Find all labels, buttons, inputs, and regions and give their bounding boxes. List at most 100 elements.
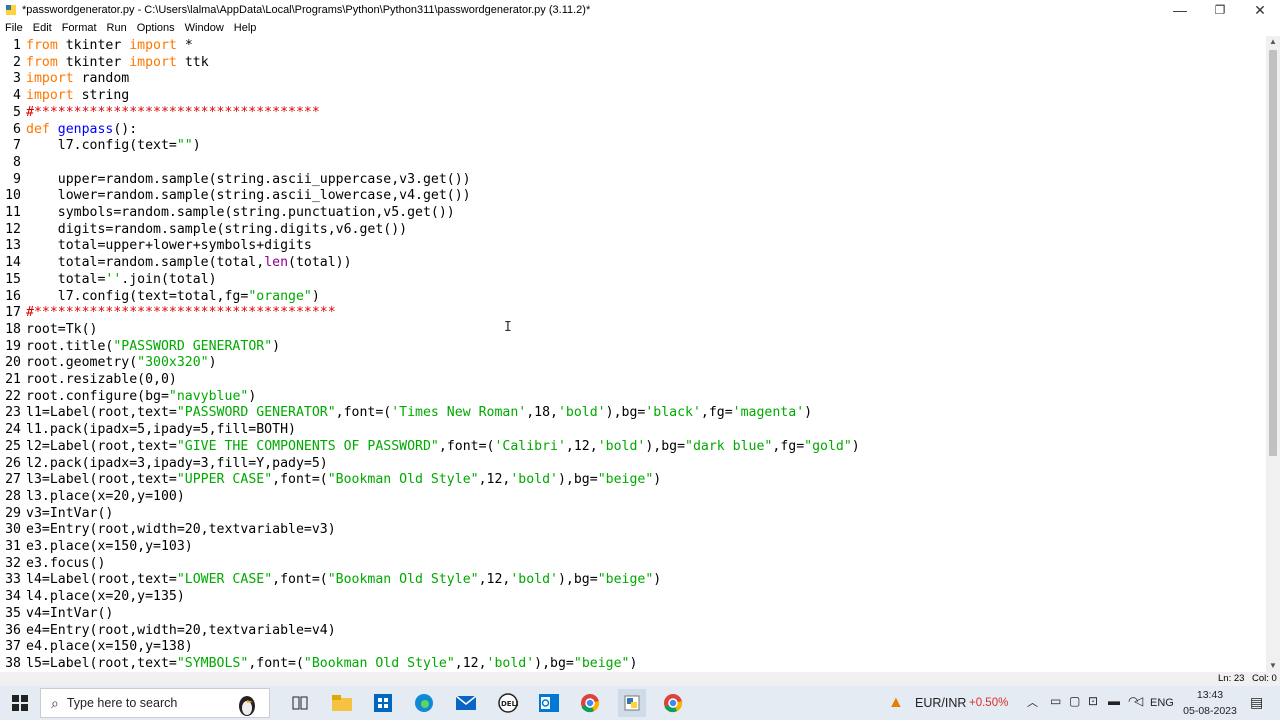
line-number: 13	[5, 238, 21, 253]
line-number: 33	[5, 572, 21, 587]
code-line[interactable]: #**************************************	[26, 304, 336, 321]
minimize-button[interactable]: —	[1160, 0, 1200, 20]
code-line[interactable]: e4.place(x=150,y=138)	[26, 638, 193, 655]
text-cursor-icon: I	[504, 320, 512, 335]
code-line[interactable]: symbols=random.sample(string.punctuation…	[26, 204, 455, 221]
chevron-up-icon[interactable]: ︿	[1027, 694, 1038, 710]
code-line[interactable]: total=random.sample(total,len(total))	[26, 254, 352, 271]
stock-name[interactable]: EUR/INR	[915, 696, 966, 710]
code-line[interactable]: def genpass():	[26, 121, 137, 138]
dell-icon[interactable]: DELL	[494, 689, 522, 717]
code-line[interactable]: from tkinter import *	[26, 37, 193, 54]
code-line[interactable]: e3.focus()	[26, 555, 105, 572]
clock-time[interactable]: 13:43	[1180, 689, 1240, 701]
code-line[interactable]: e3=Entry(root,width=20,textvariable=v3)	[26, 521, 336, 538]
window-title: *passwordgenerator.py - C:\Users\lalma\A…	[22, 4, 591, 16]
outlook-icon[interactable]	[535, 689, 563, 717]
code-line[interactable]: import random	[26, 70, 129, 87]
code-line[interactable]: l3.place(x=20,y=100)	[26, 488, 185, 505]
line-number: 37	[5, 639, 21, 654]
code-line[interactable]: #************************************	[26, 104, 320, 121]
menu-edit[interactable]: Edit	[28, 22, 57, 34]
code-line[interactable]: l4.place(x=20,y=135)	[26, 588, 185, 605]
line-number: 35	[5, 606, 21, 621]
code-line[interactable]: root.title("PASSWORD GENERATOR")	[26, 338, 280, 355]
menu-bar: File Edit Format Run Options Window Help	[0, 20, 1280, 36]
code-line[interactable]: l4=Label(root,text="LOWER CASE",font=("B…	[26, 571, 661, 588]
task-view-icon[interactable]	[286, 689, 314, 717]
code-line[interactable]: from tkinter import ttk	[26, 54, 209, 71]
menu-file[interactable]: File	[0, 22, 28, 34]
stock-trend-icon[interactable]: ▲	[888, 694, 904, 712]
code-line[interactable]: total=upper+lower+symbols+digits	[26, 237, 312, 254]
code-line[interactable]: root.configure(bg="navyblue")	[26, 388, 256, 405]
code-line[interactable]: l2=Label(root,text="GIVE THE COMPONENTS …	[26, 438, 860, 455]
line-number: 25	[5, 439, 21, 454]
mail-icon[interactable]	[452, 689, 480, 717]
code-line[interactable]: total=''.join(total)	[26, 271, 217, 288]
clock-date[interactable]: 05-08-2023	[1172, 705, 1248, 717]
code-line[interactable]: l3=Label(root,text="UPPER CASE",font=("B…	[26, 471, 661, 488]
windows-start-icon[interactable]	[6, 689, 34, 717]
tray-app-icon-3[interactable]: ⊡	[1088, 694, 1098, 708]
code-line[interactable]: l2.pack(ipadx=3,ipady=3,fill=Y,pady=5)	[26, 455, 328, 472]
search-placeholder: Type here to search	[66, 696, 178, 710]
code-area[interactable]: from tkinter import * from tkinter import…	[26, 36, 1266, 672]
line-number: 12	[5, 222, 21, 237]
line-number: 24	[5, 422, 21, 437]
tray-app-icon[interactable]: ▭	[1050, 694, 1061, 708]
code-line[interactable]: l1=Label(root,text="PASSWORD GENERATOR",…	[26, 404, 812, 421]
scroll-up-icon[interactable]: ▲	[1266, 36, 1280, 48]
menu-options[interactable]: Options	[132, 22, 180, 34]
chrome-icon[interactable]	[576, 689, 604, 717]
line-number: 1	[13, 38, 21, 53]
notification-icon[interactable]: ▤	[1250, 694, 1263, 711]
menu-help[interactable]: Help	[229, 22, 262, 34]
code-line[interactable]: root.geometry("300x320")	[26, 354, 217, 371]
line-number: 27	[5, 472, 21, 487]
tray-app-icon-2[interactable]: ▢	[1069, 694, 1080, 708]
line-indicator: Ln: 23	[1218, 673, 1245, 684]
microsoft-store-icon[interactable]	[369, 689, 397, 717]
line-number: 29	[5, 506, 21, 521]
menu-format[interactable]: Format	[57, 22, 102, 34]
vertical-scrollbar[interactable]: ▲ ▼	[1266, 36, 1280, 672]
code-editor[interactable]: 1 2 3 4 5 6 7 8 9 10 11 12 13 14 15 16 17 18 19 20 21 22 23 24 2…	[0, 36, 1266, 672]
code-line[interactable]: root=Tk()	[26, 321, 97, 338]
code-line[interactable]: digits=random.sample(string.digits,v6.ge…	[26, 221, 407, 238]
code-line[interactable]: e4=Entry(root,width=20,textvariable=v4)	[26, 622, 336, 639]
taskbar-search-box[interactable]: ⌕ Type here to search	[40, 688, 270, 718]
edge-browser-icon[interactable]	[410, 689, 438, 717]
code-line[interactable]: l7.config(text=total,fg="orange")	[26, 288, 320, 305]
code-line[interactable]: v3=IntVar()	[26, 505, 113, 522]
code-line[interactable]: l7.config(text="")	[26, 137, 201, 154]
stock-change: +0.50%	[969, 697, 1009, 709]
code-line[interactable]: l1.pack(ipadx=5,ipady=5,fill=BOTH)	[26, 421, 296, 438]
line-number: 14	[5, 255, 21, 270]
code-line[interactable]: root.resizable(0,0)	[26, 371, 177, 388]
status-bar: Ln: 23 Col: 0	[0, 672, 1280, 686]
volume-icon[interactable]: ◁	[1134, 694, 1143, 708]
code-line[interactable]: l5=Label(root,text="SYMBOLS",font=("Book…	[26, 655, 637, 672]
maximize-button[interactable]: ❐	[1200, 0, 1240, 20]
code-line[interactable]: upper=random.sample(string.ascii_upperca…	[26, 171, 471, 188]
code-line[interactable]: import string	[26, 87, 129, 104]
line-number: 30	[5, 522, 21, 537]
svg-text:DELL: DELL	[501, 700, 518, 708]
code-line[interactable]: lower=random.sample(string.ascii_lowerca…	[26, 187, 471, 204]
close-button[interactable]: ✕	[1240, 0, 1280, 20]
scroll-down-icon[interactable]: ▼	[1266, 660, 1280, 672]
title-bar: *passwordgenerator.py - C:\Users\lalma\A…	[0, 0, 1280, 20]
idle-python-icon	[4, 3, 18, 17]
file-explorer-icon[interactable]	[328, 689, 356, 717]
code-line[interactable]: v4=IntVar()	[26, 605, 113, 622]
menu-window[interactable]: Window	[180, 22, 229, 34]
code-line[interactable]: e3.place(x=150,y=103)	[26, 538, 193, 555]
penguin-search-highlight-icon	[233, 691, 261, 722]
battery-icon[interactable]: ▬	[1108, 694, 1120, 708]
idle-taskbar-icon[interactable]	[618, 689, 646, 717]
chrome-icon-2[interactable]	[659, 689, 687, 717]
menu-run[interactable]: Run	[102, 22, 132, 34]
scrollbar-thumb[interactable]	[1269, 50, 1277, 456]
language-indicator[interactable]: ENG	[1150, 697, 1174, 709]
